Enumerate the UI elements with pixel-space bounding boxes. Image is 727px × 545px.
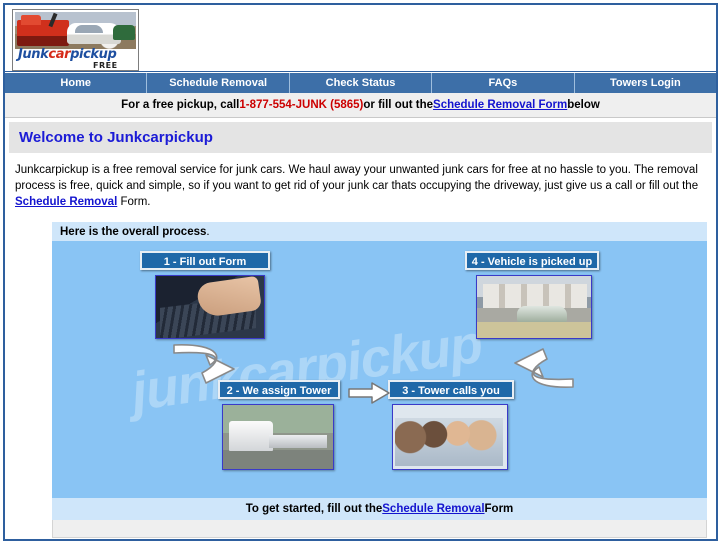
page-title: Welcome to Junkcarpickup: [19, 129, 213, 146]
step-4-label: 4 - Vehicle is picked up: [465, 251, 599, 270]
step-1-photo-hands-typing: [155, 275, 265, 339]
nav-item-home[interactable]: Home: [5, 73, 148, 93]
tow-truck-cab-shape: [21, 15, 41, 25]
step-2-photo-tow-truck: [222, 404, 334, 470]
tow-truck-shape: [17, 15, 69, 46]
step-3-photo-call-center: [392, 404, 508, 470]
step-4-photo-car-in-driveway: [476, 275, 592, 339]
process-footer-schedule-removal-link[interactable]: Schedule Removal: [382, 503, 484, 515]
callbar-middle: or fill out the: [363, 99, 434, 111]
logo-photo-tow-truck-icon: [15, 12, 136, 49]
process-body: junkcarpickup 1 - Fill out Form 4 - Vehi…: [52, 241, 707, 498]
background-car-shape: [113, 25, 135, 40]
step-1-label: 1 - Fill out Form: [140, 251, 270, 270]
callbar-phone-number: 1-877-554-JUNK (5865): [239, 99, 364, 111]
call-to-action-bar: For a free pickup, call 1-877-554-JUNK (…: [5, 93, 716, 118]
page-content: Welcome to Junkcarpickup Junkcarpickup i…: [5, 122, 716, 538]
nav-item-check-status[interactable]: Check Status: [289, 73, 433, 93]
site-frame: Junkcarpickup FREE Home Schedule Removal…: [3, 3, 718, 541]
welcome-banner: Welcome to Junkcarpickup: [9, 122, 712, 153]
process-diagram: Here is the overall process. junkcarpick…: [52, 222, 707, 520]
main-navigation: Home Schedule Removal Check Status FAQs …: [5, 72, 717, 93]
logo-word-pickup: pickup: [70, 47, 117, 62]
footer-strip: [52, 520, 707, 538]
logo-wordmark: Junkcarpickup: [18, 48, 134, 61]
intro-schedule-removal-link[interactable]: Schedule Removal: [15, 196, 117, 208]
arrow-step2-to-step3-icon: [348, 382, 390, 404]
callbar-suffix: below: [567, 99, 600, 111]
process-header-bold: Here is the overall process: [60, 225, 207, 238]
page-root: Junkcarpickup FREE Home Schedule Removal…: [0, 0, 727, 545]
intro-paragraph: Junkcarpickup is a free removal service …: [5, 153, 716, 214]
callbar-prefix: For a free pickup, call: [121, 99, 240, 111]
intro-text-part2: Form.: [117, 196, 151, 208]
intro-text-part1: Junkcarpickup is a free removal service …: [15, 164, 699, 192]
callbar-schedule-removal-form-link[interactable]: Schedule Removal Form: [433, 99, 567, 111]
process-footer-prefix: To get started, fill out the: [245, 503, 383, 515]
logo-word-junk: Junk: [18, 47, 49, 62]
step-3-label: 3 - Tower calls you: [388, 380, 514, 399]
process-header-tail: .: [206, 225, 210, 238]
process-footer: To get started, fill out the Schedule Re…: [52, 498, 707, 520]
arrow-step1-to-step2-icon: [173, 344, 235, 384]
nav-item-faqs[interactable]: FAQs: [432, 73, 575, 93]
masthead: Junkcarpickup FREE: [5, 5, 716, 72]
site-logo[interactable]: Junkcarpickup FREE: [12, 9, 139, 71]
process-header: Here is the overall process.: [52, 222, 707, 241]
arrow-step3-to-step4-icon: [514, 348, 574, 388]
logo-tagline: FREE: [93, 61, 118, 70]
nav-item-schedule-removal[interactable]: Schedule Removal: [147, 73, 290, 93]
logo-word-car: car: [48, 47, 71, 62]
process-footer-suffix: Form: [484, 503, 514, 515]
nav-item-towers-login[interactable]: Towers Login: [574, 73, 717, 93]
